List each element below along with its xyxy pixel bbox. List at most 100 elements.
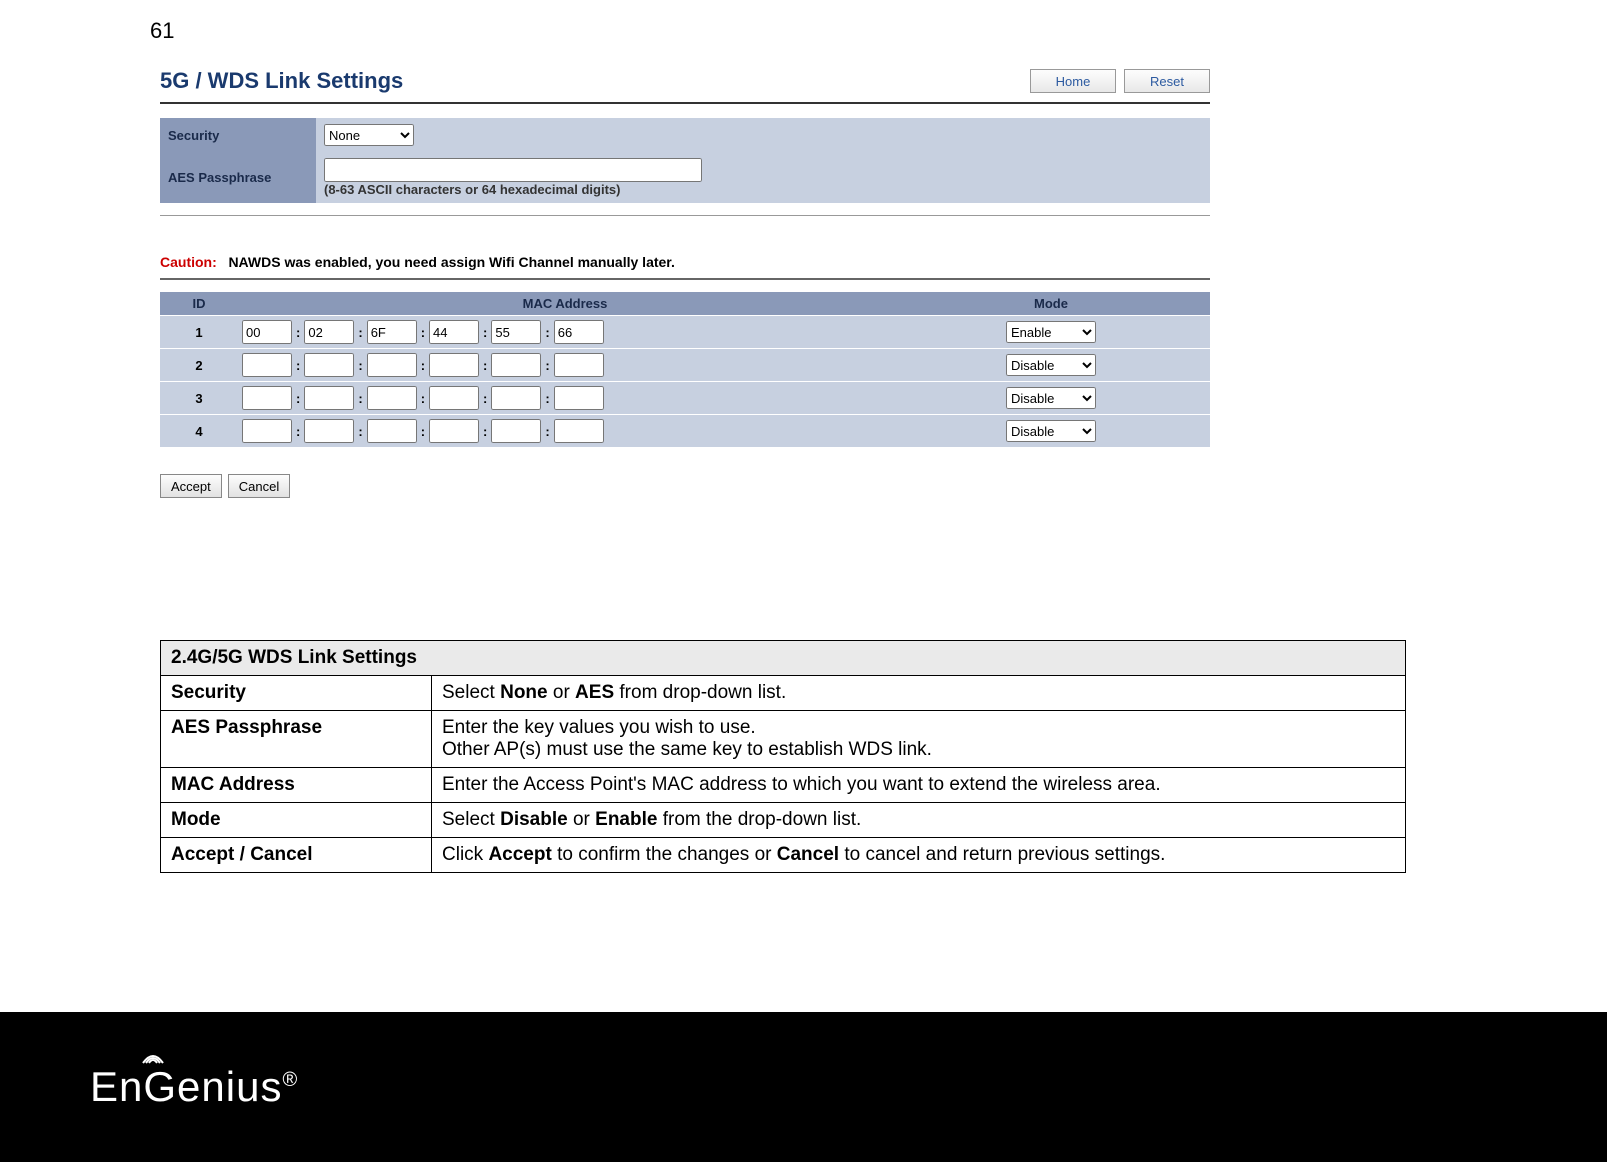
colon-separator: : bbox=[483, 424, 487, 439]
col-mac: MAC Address bbox=[238, 292, 892, 316]
mac-octet-input[interactable] bbox=[491, 419, 541, 443]
mac-octet-input[interactable] bbox=[491, 353, 541, 377]
mac-octet-input[interactable] bbox=[491, 386, 541, 410]
colon-separator: : bbox=[421, 358, 425, 373]
security-value-cell: None bbox=[316, 118, 1210, 152]
aes-value-cell: (8-63 ASCII characters or 64 hexadecimal… bbox=[316, 152, 1210, 203]
row-id: 3 bbox=[160, 382, 238, 415]
mac-octet-input[interactable] bbox=[429, 353, 479, 377]
router-header: 5G / WDS Link Settings Home Reset bbox=[160, 60, 1210, 104]
colon-separator: : bbox=[296, 358, 300, 373]
page-footer: EnGenius® bbox=[0, 1012, 1607, 1162]
mac-octet-input[interactable] bbox=[367, 353, 417, 377]
mode-cell: Disable bbox=[892, 415, 1210, 448]
mac-octet-input[interactable] bbox=[367, 386, 417, 410]
colon-separator: : bbox=[545, 391, 549, 406]
help-row-desc: Enter the Access Point's MAC address to … bbox=[432, 768, 1406, 803]
page-title: 5G / WDS Link Settings bbox=[160, 68, 403, 94]
colon-separator: : bbox=[421, 325, 425, 340]
mode-cell: Disable bbox=[892, 349, 1210, 382]
mac-octet-input[interactable] bbox=[304, 386, 354, 410]
colon-separator: : bbox=[296, 424, 300, 439]
mac-address-table: ID MAC Address Mode 1:::::Enable2:::::Di… bbox=[160, 292, 1210, 448]
brand-logo: EnGenius® bbox=[90, 1063, 298, 1111]
accept-button[interactable]: Accept bbox=[160, 474, 222, 498]
header-buttons: Home Reset bbox=[1030, 69, 1210, 93]
colon-separator: : bbox=[545, 358, 549, 373]
mac-octet-input[interactable] bbox=[304, 353, 354, 377]
mac-octet-input[interactable] bbox=[242, 386, 292, 410]
mode-cell: Enable bbox=[892, 316, 1210, 349]
colon-separator: : bbox=[296, 391, 300, 406]
row-id: 4 bbox=[160, 415, 238, 448]
help-row-label: Mode bbox=[161, 803, 432, 838]
reset-button[interactable]: Reset bbox=[1124, 69, 1210, 93]
security-select[interactable]: None bbox=[324, 124, 414, 146]
help-row-desc: Enter the key values you wish to use.Oth… bbox=[432, 711, 1406, 768]
mac-octet-input[interactable] bbox=[554, 386, 604, 410]
aes-passphrase-input[interactable] bbox=[324, 158, 702, 182]
table-row: 3:::::Disable bbox=[160, 382, 1210, 415]
help-row-desc: Select None or AES from drop-down list. bbox=[432, 676, 1406, 711]
mac-octet-input[interactable] bbox=[242, 353, 292, 377]
mac-octet-input[interactable] bbox=[429, 320, 479, 344]
colon-separator: : bbox=[483, 391, 487, 406]
router-ui-panel: 5G / WDS Link Settings Home Reset Securi… bbox=[160, 60, 1210, 498]
mac-octet-input[interactable] bbox=[491, 320, 541, 344]
caution-row: Caution: NAWDS was enabled, you need ass… bbox=[160, 246, 1210, 280]
colon-separator: : bbox=[421, 391, 425, 406]
colon-separator: : bbox=[421, 424, 425, 439]
caution-label: Caution: bbox=[160, 254, 217, 270]
mac-cell: ::::: bbox=[238, 415, 892, 448]
caution-text: NAWDS was enabled, you need assign Wifi … bbox=[228, 254, 674, 270]
mac-octet-input[interactable] bbox=[367, 419, 417, 443]
colon-separator: : bbox=[358, 391, 362, 406]
col-mode: Mode bbox=[892, 292, 1210, 316]
colon-separator: : bbox=[296, 325, 300, 340]
mac-octet-input[interactable] bbox=[554, 419, 604, 443]
mac-octet-input[interactable] bbox=[304, 320, 354, 344]
colon-separator: : bbox=[545, 424, 549, 439]
mode-select[interactable]: Disable bbox=[1006, 420, 1096, 442]
help-row: SecuritySelect None or AES from drop-dow… bbox=[161, 676, 1406, 711]
colon-separator: : bbox=[358, 325, 362, 340]
mac-octet-input[interactable] bbox=[554, 353, 604, 377]
help-reference-table: 2.4G/5G WDS Link Settings SecuritySelect… bbox=[160, 640, 1406, 873]
table-row: 4:::::Disable bbox=[160, 415, 1210, 448]
mac-octet-input[interactable] bbox=[429, 419, 479, 443]
cancel-button[interactable]: Cancel bbox=[228, 474, 290, 498]
mode-select[interactable]: Disable bbox=[1006, 354, 1096, 376]
mac-octet-input[interactable] bbox=[367, 320, 417, 344]
mac-cell: ::::: bbox=[238, 382, 892, 415]
help-row-label: AES Passphrase bbox=[161, 711, 432, 768]
mode-select[interactable]: Enable bbox=[1006, 321, 1096, 343]
help-row-desc: Click Accept to confirm the changes or C… bbox=[432, 838, 1406, 873]
help-title: 2.4G/5G WDS Link Settings bbox=[161, 641, 1406, 676]
mac-octet-input[interactable] bbox=[242, 419, 292, 443]
help-row: ModeSelect Disable or Enable from the dr… bbox=[161, 803, 1406, 838]
table-row: 2::::: Disable bbox=[160, 349, 1210, 382]
mac-octet-input[interactable] bbox=[242, 320, 292, 344]
mac-octet-input[interactable] bbox=[429, 386, 479, 410]
colon-separator: : bbox=[358, 424, 362, 439]
help-row-label: Security bbox=[161, 676, 432, 711]
table-row: 1:::::Enable bbox=[160, 316, 1210, 349]
page-number: 61 bbox=[150, 18, 174, 44]
help-row: Accept / CancelClick Accept to confirm t… bbox=[161, 838, 1406, 873]
colon-separator: : bbox=[483, 358, 487, 373]
aes-label: AES Passphrase bbox=[160, 152, 316, 203]
help-row: MAC AddressEnter the Access Point's MAC … bbox=[161, 768, 1406, 803]
action-row: Accept Cancel bbox=[160, 474, 1210, 498]
row-id: 1 bbox=[160, 316, 238, 349]
colon-separator: : bbox=[358, 358, 362, 373]
security-form: Security None AES Passphrase (8-63 ASCII… bbox=[160, 118, 1210, 203]
col-id: ID bbox=[160, 292, 238, 316]
help-row-label: Accept / Cancel bbox=[161, 838, 432, 873]
security-label: Security bbox=[160, 118, 316, 152]
row-id: 2 bbox=[160, 349, 238, 382]
mode-select[interactable]: Disable bbox=[1006, 387, 1096, 409]
aes-hint: (8-63 ASCII characters or 64 hexadecimal… bbox=[324, 182, 620, 197]
mac-octet-input[interactable] bbox=[554, 320, 604, 344]
mac-octet-input[interactable] bbox=[304, 419, 354, 443]
home-button[interactable]: Home bbox=[1030, 69, 1116, 93]
